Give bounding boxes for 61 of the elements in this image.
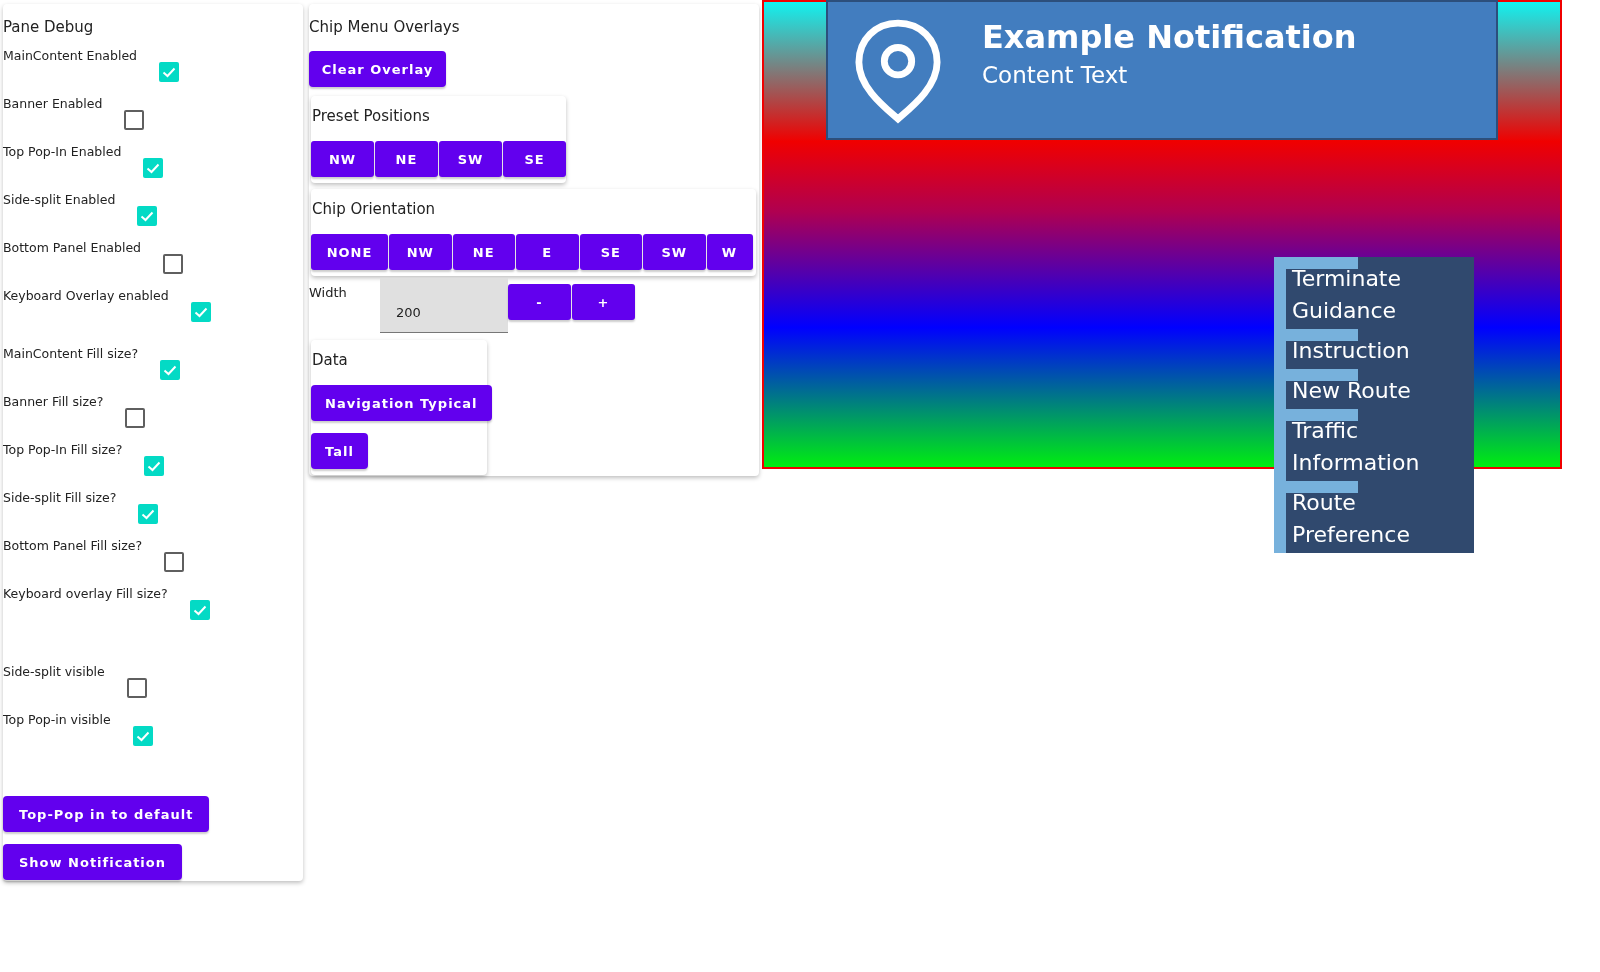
checkbox[interactable] xyxy=(190,302,211,322)
chip-menu-item[interactable]: Instruction xyxy=(1274,329,1474,369)
section-title: Data xyxy=(311,350,348,371)
checkbox-label: Bottom Panel Fill size? xyxy=(3,537,143,553)
orientation-button[interactable]: NONE xyxy=(311,234,388,270)
chip-menu-item[interactable]: Route Preference xyxy=(1274,481,1474,553)
checkbox[interactable] xyxy=(125,408,146,428)
chip-menu-item[interactable]: Traffic Information xyxy=(1274,409,1474,481)
checkbox[interactable] xyxy=(160,360,181,380)
action-button[interactable]: Show Notification xyxy=(3,844,182,880)
position-button[interactable]: SE xyxy=(503,141,566,177)
notification-content: Content Text xyxy=(982,62,1129,88)
checkbox-label: Side-split visible xyxy=(3,663,105,679)
orientation-button[interactable]: SW xyxy=(643,234,706,270)
checkbox[interactable] xyxy=(163,254,184,274)
checkbox[interactable] xyxy=(137,206,158,226)
checkbox-label: MainContent Fill size? xyxy=(3,345,139,361)
location-pin-icon xyxy=(854,18,942,124)
position-button[interactable]: NE xyxy=(375,141,438,177)
checkbox[interactable] xyxy=(159,62,180,82)
section-title: Chip Orientation xyxy=(311,199,437,220)
panel-title: Chip Menu Overlays xyxy=(309,18,460,38)
checkbox[interactable] xyxy=(143,158,164,178)
checkbox[interactable] xyxy=(189,600,210,620)
checkbox[interactable] xyxy=(124,110,145,130)
checkbox-label: Top Pop-In Enabled xyxy=(3,143,122,159)
panel-title: Pane Debug xyxy=(3,18,95,38)
notification-title: Example Notification xyxy=(982,18,1357,56)
orientation-button[interactable]: NW xyxy=(389,234,452,270)
width-step-button[interactable]: + xyxy=(572,284,635,320)
checkbox[interactable] xyxy=(126,678,147,698)
checkbox[interactable] xyxy=(138,504,159,524)
checkbox-label: Side-split Fill size? xyxy=(3,489,117,505)
orientation-button[interactable]: E xyxy=(516,234,579,270)
width-label: Width xyxy=(309,284,348,300)
data-button[interactable]: Tall xyxy=(311,433,368,469)
checkbox-label: Banner Fill size? xyxy=(3,393,104,409)
position-button[interactable]: SW xyxy=(439,141,502,177)
checkbox[interactable] xyxy=(132,726,153,746)
checkbox-label: Top Pop-In Fill size? xyxy=(3,441,123,457)
orientation-button[interactable]: W xyxy=(706,234,753,270)
checkbox-label: Bottom Panel Enabled xyxy=(3,239,142,255)
section-title: Preset Positions xyxy=(311,106,431,127)
checkbox-label: Keyboard overlay Fill size? xyxy=(3,585,168,601)
checkbox[interactable] xyxy=(164,552,185,572)
width-step-button[interactable]: - xyxy=(508,284,571,320)
chip-menu-item[interactable]: New Route xyxy=(1274,369,1474,409)
chip-menu-item[interactable]: Terminate Guidance xyxy=(1274,257,1474,329)
checkbox-label: Keyboard Overlay enabled xyxy=(3,287,169,303)
data-button[interactable]: Navigation Typical xyxy=(311,385,492,421)
checkbox-label: Top Pop-in visible xyxy=(3,711,111,727)
position-button[interactable]: NW xyxy=(311,141,374,177)
clear-overlay-button[interactable]: Clear Overlay xyxy=(309,51,446,87)
orientation-button[interactable]: NE xyxy=(452,234,515,270)
checkbox-label: MainContent Enabled xyxy=(3,47,138,63)
width-input[interactable]: 200 xyxy=(380,278,508,333)
checkbox-label: Banner Enabled xyxy=(3,95,103,111)
checkbox[interactable] xyxy=(144,456,165,476)
checkbox-label: Side-split Enabled xyxy=(3,191,116,207)
orientation-button[interactable]: SE xyxy=(579,234,642,270)
action-button[interactable]: Top-Pop in to default xyxy=(3,796,210,832)
